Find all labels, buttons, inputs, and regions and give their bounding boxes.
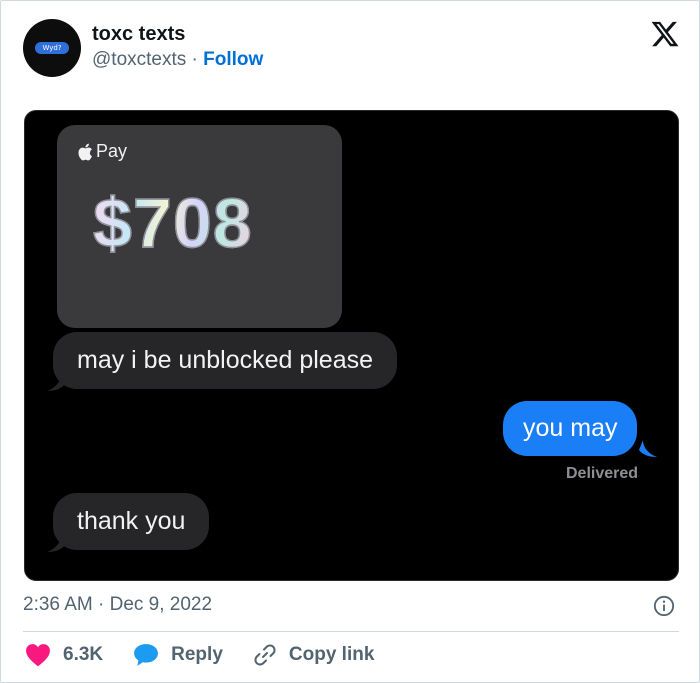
divider <box>23 631 679 632</box>
follow-button[interactable]: Follow <box>203 49 263 70</box>
info-icon[interactable] <box>653 595 675 617</box>
message-bubble-incoming: may i be unblocked please <box>53 332 398 389</box>
author-handle[interactable]: @toxctexts <box>92 49 186 70</box>
copy-link-button[interactable]: Copy link <box>253 643 375 667</box>
pay-amount: $708 <box>92 183 253 262</box>
separator: · <box>191 49 198 70</box>
message-bubble-incoming: thank you <box>53 493 210 550</box>
reply-label: Reply <box>171 644 223 665</box>
link-icon <box>254 644 276 666</box>
pay-text: Pay <box>96 141 128 161</box>
avatar-text: Wyd? <box>35 42 69 54</box>
reply-button[interactable]: Reply <box>133 643 223 667</box>
apple-pay-label: Pay <box>77 141 127 162</box>
x-logo-icon[interactable] <box>650 19 680 49</box>
delivered-status: Delivered <box>566 465 639 482</box>
action-bar: 6.3K Reply Copy link <box>25 643 404 667</box>
heart-icon <box>26 644 50 667</box>
tweet-timestamp[interactable]: 2:36 AM · Dec 9, 2022 <box>23 594 212 616</box>
reply-bubble-icon <box>134 644 159 666</box>
author-handle-row: @toxctexts · Follow <box>92 49 263 71</box>
avatar[interactable]: Wyd? <box>23 19 81 77</box>
tweet-image[interactable]: Pay $708 may i be unblocked please you m… <box>24 110 679 581</box>
apple-icon <box>78 143 92 160</box>
author-name[interactable]: toxc texts <box>92 23 185 46</box>
message-bubble-outgoing: you may <box>503 401 638 456</box>
tweet-card: Wyd? toxc texts @toxctexts · Follow Pay … <box>0 0 700 683</box>
like-button[interactable]: 6.3K <box>25 643 103 667</box>
copy-link-label: Copy link <box>288 644 375 665</box>
like-count: 6.3K <box>63 644 104 665</box>
apple-pay-card: Pay $708 <box>57 125 342 328</box>
bubble-tail-icon <box>639 440 657 457</box>
